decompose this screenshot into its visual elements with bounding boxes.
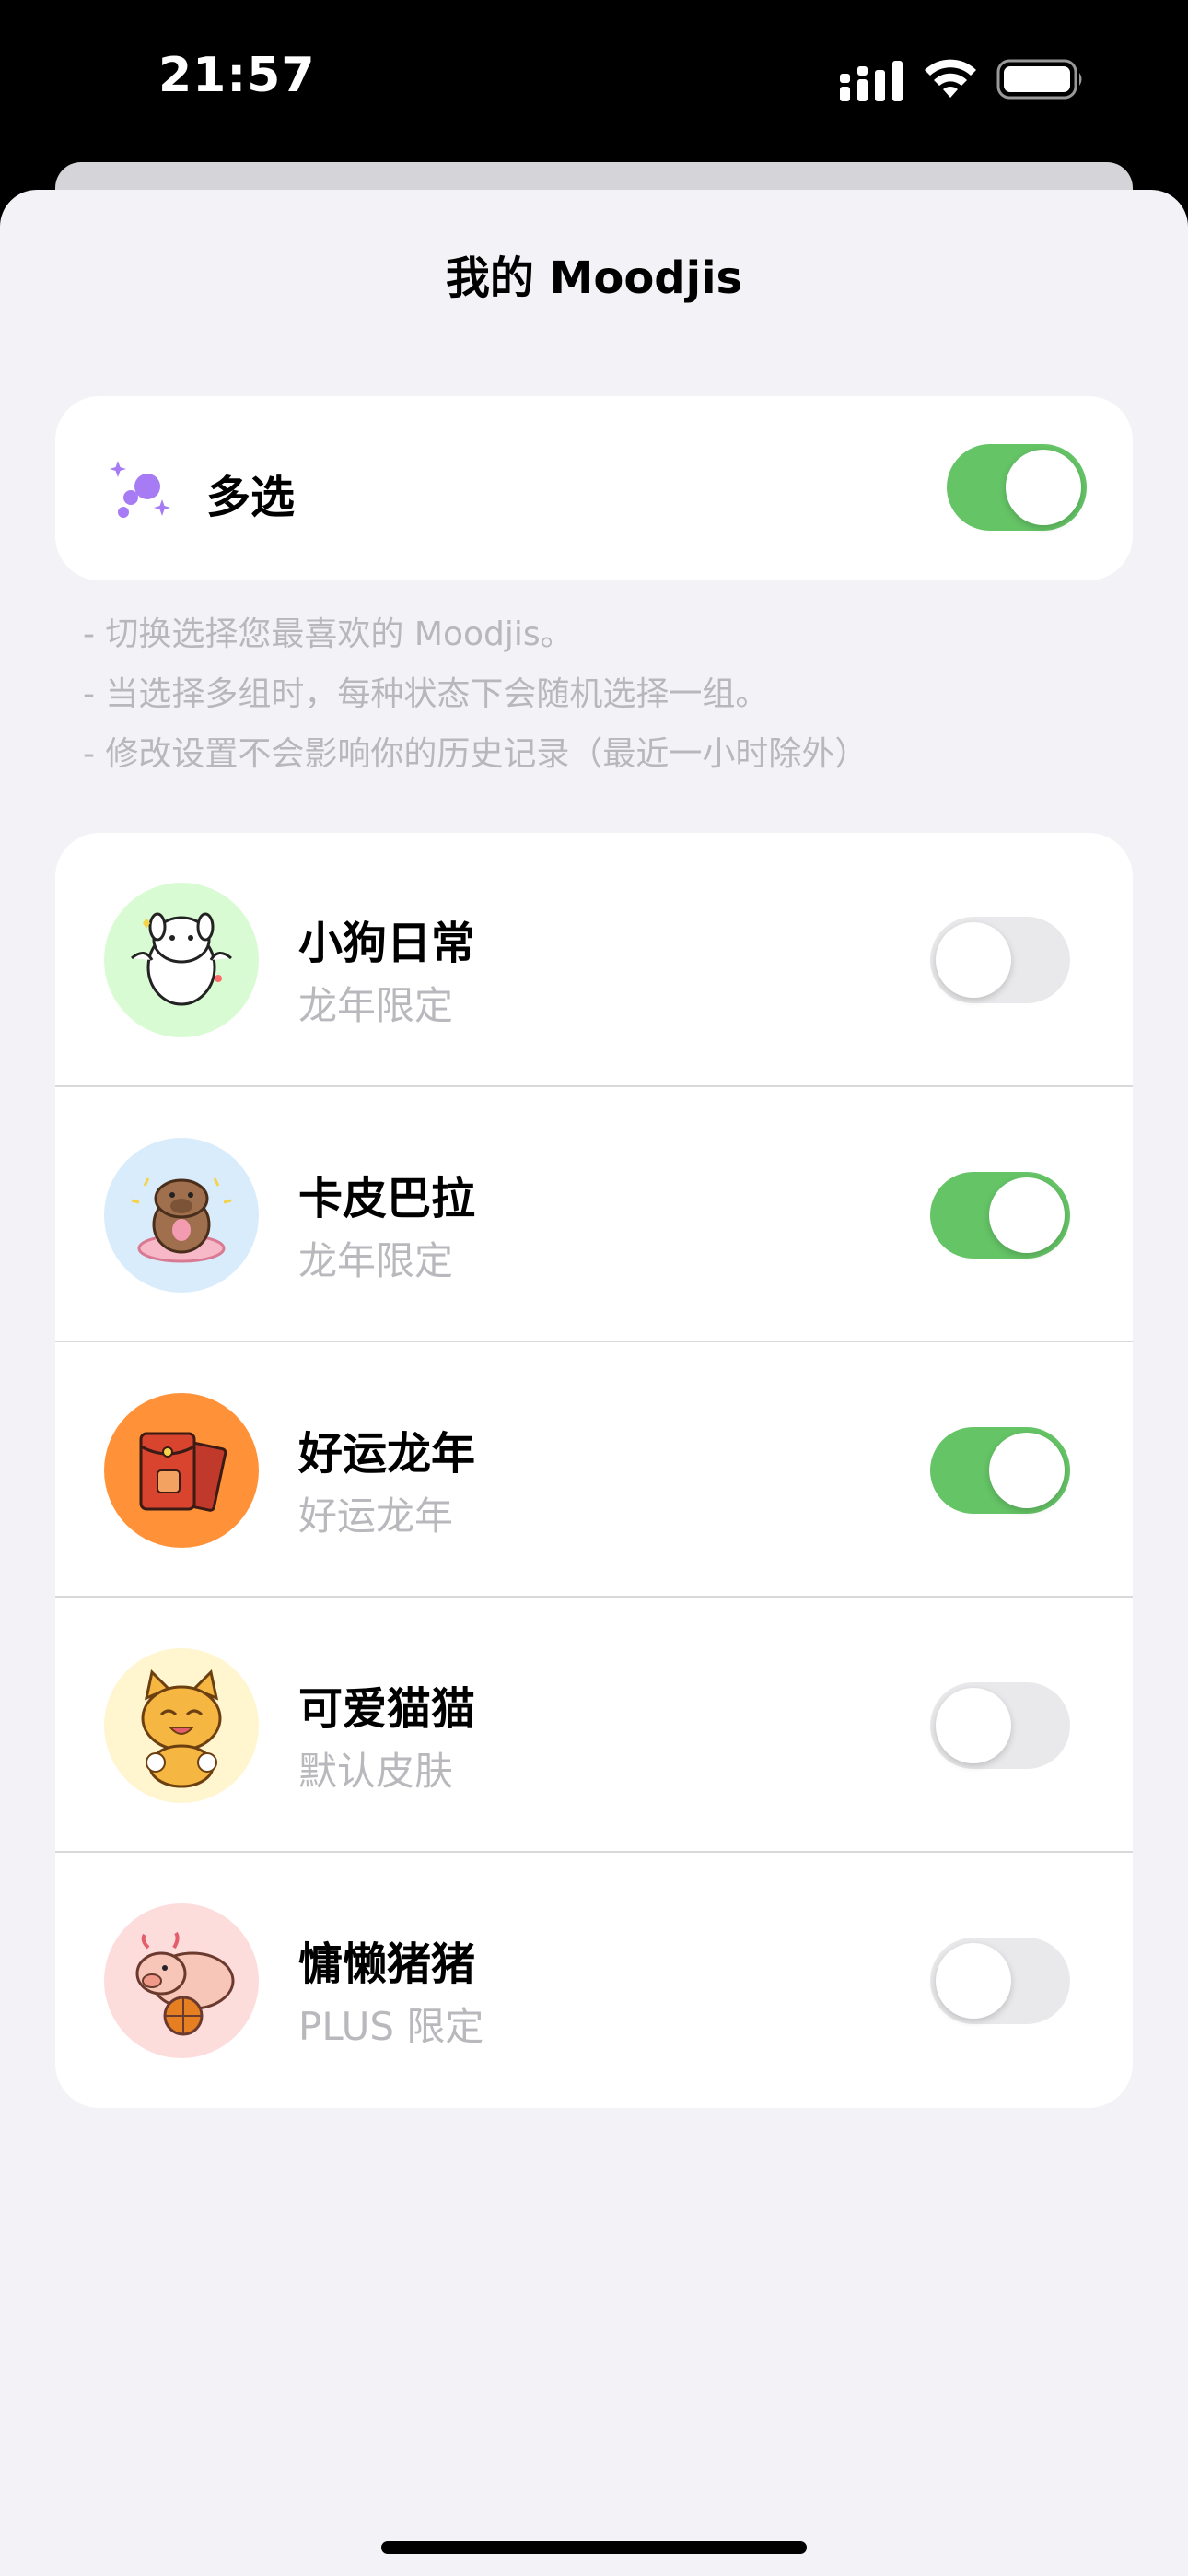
pack-name: 可爱猫猫 <box>298 1683 476 1735</box>
status-time: 21:57 <box>158 48 316 103</box>
pack-name: 卡皮巴拉 <box>298 1173 476 1224</box>
toggle-knob <box>989 1177 1065 1253</box>
toggle-knob <box>936 1688 1011 1763</box>
cellular-signal-icon <box>840 61 903 101</box>
toggle-knob <box>1006 450 1081 525</box>
status-bar: 21:57 <box>0 0 1188 166</box>
pack-toggle[interactable] <box>930 917 1070 1003</box>
pack-toggle[interactable] <box>930 1427 1070 1514</box>
multi-select-notes: - 切换选择您最喜欢的 Moodjis。 - 当选择多组时，每种状态下会随机选择… <box>83 604 1114 784</box>
note-line: - 修改设置不会影响你的历史记录（最近一小时除外） <box>83 735 868 773</box>
moodji-pack-list: 小狗日常 龙年限定 卡皮巴拉 龙年限定 好运龙年 好运龙年 可爱猫猫 默认皮肤 … <box>55 833 1133 2108</box>
capybara-avatar-icon <box>104 1138 259 1293</box>
multi-select-label: 多选 <box>206 472 296 523</box>
multi-select-card: 多选 <box>55 396 1133 580</box>
pack-name: 小狗日常 <box>298 918 476 969</box>
red-envelope-avatar-icon <box>104 1393 259 1548</box>
divider <box>55 1596 1133 1598</box>
list-item: 好运龙年 好运龙年 <box>55 1343 1133 1598</box>
list-item: 慵懒猪猪 PLUS 限定 <box>55 1854 1133 2108</box>
toggle-knob <box>989 1433 1065 1508</box>
note-line: - 当选择多组时，每种状态下会随机选择一组。 <box>83 675 769 713</box>
pack-name: 慵懒猪猪 <box>298 1938 476 1990</box>
wifi-icon <box>925 59 976 98</box>
pack-subtitle: 好运龙年 <box>298 1493 454 1539</box>
puppy-avatar-icon <box>104 883 259 1037</box>
divider <box>55 1341 1133 1342</box>
sparkles-icon <box>110 461 170 518</box>
pack-subtitle: 龙年限定 <box>298 983 454 1028</box>
home-indicator[interactable] <box>381 2541 807 2554</box>
pack-subtitle: PLUS 限定 <box>298 2004 484 2049</box>
divider <box>55 1851 1133 1853</box>
battery-icon <box>996 59 1082 100</box>
multi-select-toggle[interactable] <box>947 444 1087 531</box>
pack-toggle[interactable] <box>930 1938 1070 2024</box>
list-item: 可爱猫猫 默认皮肤 <box>55 1598 1133 1853</box>
pig-avatar-icon <box>104 1903 259 2058</box>
toggle-knob <box>936 922 1011 998</box>
list-item: 小狗日常 龙年限定 <box>55 833 1133 1087</box>
pack-subtitle: 默认皮肤 <box>298 1749 454 1794</box>
page-title: 我的 Moodjis <box>445 252 743 304</box>
divider <box>55 1085 1133 1087</box>
pack-toggle[interactable] <box>930 1172 1070 1259</box>
pack-toggle[interactable] <box>930 1682 1070 1769</box>
pack-name: 好运龙年 <box>298 1428 476 1480</box>
pack-subtitle: 龙年限定 <box>298 1238 454 1283</box>
note-line: - 切换选择您最喜欢的 Moodjis。 <box>83 615 574 653</box>
list-item: 卡皮巴拉 龙年限定 <box>55 1088 1133 1342</box>
cat-avatar-icon <box>104 1648 259 1803</box>
toggle-knob <box>936 1943 1011 2019</box>
